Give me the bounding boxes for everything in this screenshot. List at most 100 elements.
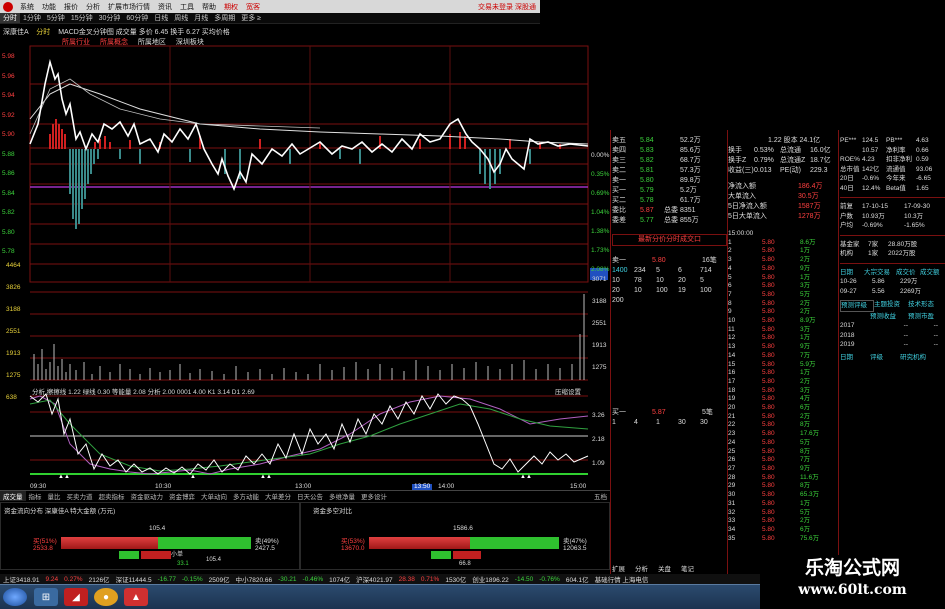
tick-time: 15:00:00 bbox=[728, 230, 754, 237]
tab-oversold[interactable]: 超卖指标 bbox=[96, 491, 128, 501]
tab-volume-ratio[interactable]: 量比 bbox=[45, 491, 64, 501]
status-item: 基础行情 上海电信 bbox=[594, 577, 649, 584]
volume-tick: 4464 bbox=[6, 262, 21, 269]
fund-flow-panel: 资金流向分布 深康佳A 特大金额 (万元) 105.4 买(51%) 2533.… bbox=[0, 502, 300, 570]
tab-theme[interactable]: 主题投资 bbox=[874, 300, 908, 312]
tab-more[interactable]: 更多设计 bbox=[358, 491, 390, 501]
intraday-chart[interactable]: ▲▲ ▲ ▲▲ ▲▲ bbox=[0, 24, 610, 490]
status-item: 604.1亿 bbox=[565, 577, 589, 584]
tick-row: 34 5.80 6万 bbox=[728, 525, 811, 533]
menu-item-quote[interactable]: 报价 bbox=[60, 2, 82, 12]
volume-tick: 3826 bbox=[6, 284, 21, 291]
block-trade-head: 日期 大宗交易 成交价 成交额 bbox=[840, 268, 940, 276]
menu-bar: 系统 功能 报价 分析 扩展市场行情 资讯 工具 帮助 期权 宽客 交易未登录 … bbox=[0, 0, 540, 13]
sell-level[interactable]: 卖二 5.81 57.3万 bbox=[612, 166, 727, 176]
menu-item-ext-market[interactable]: 扩展市场行情 bbox=[104, 2, 154, 12]
tf-month[interactable]: 月线 bbox=[191, 13, 211, 23]
fund-inflow-fill bbox=[61, 537, 158, 549]
menu-item-options[interactable]: 期权 bbox=[220, 2, 242, 12]
menu-item-analysis[interactable]: 分析 bbox=[82, 2, 104, 12]
menu-item-quant[interactable]: 宽客 bbox=[242, 2, 264, 12]
sell-level[interactable]: 卖五 5.84 52.2万 bbox=[612, 136, 727, 146]
menu-item-system[interactable]: 系统 bbox=[16, 2, 38, 12]
price-tick: 5.80 bbox=[2, 228, 15, 236]
tab-big-diff[interactable]: 大单差分 bbox=[262, 491, 294, 501]
start-button-icon[interactable] bbox=[3, 588, 27, 606]
tab-fund-drive[interactable]: 资金驱动力 bbox=[128, 491, 167, 501]
sell-level[interactable]: 卖三 5.82 68.7万 bbox=[612, 156, 727, 166]
sell-level[interactable]: 卖四 5.83 85.6万 bbox=[612, 146, 727, 156]
buy-level[interactable]: 买一 5.79 5.2万 bbox=[612, 186, 727, 196]
buy-level[interactable]: 买二 5.78 61.7万 bbox=[612, 196, 727, 206]
status-item: 深证11444.5 bbox=[115, 577, 152, 584]
indicator-tick: 3.26 bbox=[592, 412, 605, 419]
pct-tick: 0.00% bbox=[591, 152, 610, 159]
queue-row: 1400 234 5 6 714 bbox=[612, 267, 712, 274]
tick-row: 7 5.80 5万 bbox=[728, 290, 811, 298]
tab-momentum[interactable]: 多方动能 bbox=[230, 491, 262, 501]
menu-item-function[interactable]: 功能 bbox=[38, 2, 60, 12]
tf-intraday[interactable]: 分时 bbox=[0, 13, 20, 23]
tf-1min[interactable]: 1分钟 bbox=[20, 13, 44, 23]
tick-row: 24 5.80 5万 bbox=[728, 438, 811, 446]
volume-axis-left: 4464 3826 3188 2551 1913 1275 638 bbox=[6, 255, 20, 409]
tab-forecast[interactable]: 预测评级 bbox=[840, 300, 874, 312]
tab-pattern[interactable]: 技术形态 bbox=[908, 300, 934, 312]
tab-big-orders[interactable]: 大单动向 bbox=[198, 491, 230, 501]
status-item: 2126亿 bbox=[88, 577, 110, 584]
menu-item-tools[interactable]: 工具 bbox=[176, 2, 198, 12]
taskbar-app-icon[interactable]: ⊞ bbox=[34, 588, 58, 606]
menu-item-news[interactable]: 资讯 bbox=[154, 2, 176, 12]
price-tick: 5.92 bbox=[2, 111, 15, 119]
tf-week[interactable]: 周线 bbox=[171, 13, 191, 23]
queue-row: 10 78 10 20 5 bbox=[612, 277, 704, 284]
queue-row: 200 bbox=[612, 297, 624, 304]
indicator-settings[interactable]: 压缩设置 bbox=[555, 386, 581, 396]
tf-60min[interactable]: 60分钟 bbox=[123, 13, 151, 23]
volume-tick: 638 bbox=[6, 394, 17, 401]
taskbar-app-icon[interactable]: ● bbox=[94, 588, 118, 606]
queue-title[interactable]: 最新分价分时成交口 bbox=[612, 234, 727, 246]
tab-volume[interactable]: 成交量 bbox=[0, 490, 26, 501]
compare-inflow-label: 买(53%) bbox=[341, 538, 365, 545]
tf-multi[interactable]: 多周期 bbox=[211, 13, 238, 23]
tab-indicator[interactable]: 指标 bbox=[26, 491, 45, 501]
svg-text:▲▲: ▲▲ bbox=[260, 474, 272, 480]
tab-fund-game[interactable]: 资金博弈 bbox=[166, 491, 198, 501]
price-tick: 5.88 bbox=[2, 150, 15, 158]
tf-15min[interactable]: 15分钟 bbox=[68, 13, 96, 23]
status-item: 0.27% bbox=[64, 575, 83, 583]
sell-level[interactable]: 卖一 5.80 89.8万 bbox=[612, 176, 727, 186]
tick-row: 27 5.80 9万 bbox=[728, 464, 811, 472]
stat-row: 换手 0.53% 总流通 16.0亿 bbox=[728, 147, 831, 154]
queue-row: 20 10 100 19 100 bbox=[612, 287, 712, 294]
tab-announcement[interactable]: 日天公告 bbox=[294, 491, 326, 501]
price-tick: 5.94 bbox=[2, 92, 15, 99]
block-trade-row: 10-26 5.86 229万 bbox=[840, 278, 918, 285]
tf-day[interactable]: 日线 bbox=[151, 13, 171, 23]
indicator-tabs: 成交量 指标 量比 买卖力道 超卖指标 资金驱动力 资金博弈 大单动向 多方动能… bbox=[0, 490, 610, 501]
tick-row: 29 5.80 8万 bbox=[728, 482, 811, 490]
volume-tick-right: 2551 bbox=[592, 320, 607, 327]
tab-net-volume[interactable]: 多维净量 bbox=[326, 491, 358, 501]
tick-row: 6 5.80 3万 bbox=[728, 282, 811, 290]
tf-5min[interactable]: 5分钟 bbox=[44, 13, 68, 23]
tick-row: 32 5.80 5万 bbox=[728, 508, 811, 516]
status-item: -0.76% bbox=[539, 575, 560, 583]
login-status[interactable]: 交易未登录 深股通 bbox=[478, 2, 540, 12]
stats-top-partial: 1.22 股本 24.1亿 bbox=[768, 137, 821, 144]
taskbar-app-icon[interactable]: ◢ bbox=[64, 588, 88, 606]
tick-row: 33 5.80 2万 bbox=[728, 517, 811, 525]
time-label: 14:00 bbox=[438, 483, 455, 490]
tf-more[interactable]: 更多 ≥ bbox=[238, 13, 264, 23]
volume-tick-right: 1275 bbox=[592, 364, 607, 371]
forecast-head: 预测收益 预测市盈 bbox=[870, 312, 934, 320]
menu-item-help[interactable]: 帮助 bbox=[198, 2, 220, 12]
inflow-value: 2533.8 bbox=[33, 545, 53, 552]
tab-five-levels[interactable]: 五档 bbox=[591, 491, 610, 501]
indicator-tick: 1.09 bbox=[592, 460, 605, 467]
tab-buy-sell-force[interactable]: 买卖力道 bbox=[64, 491, 96, 501]
tf-30min[interactable]: 30分钟 bbox=[96, 13, 124, 23]
taskbar-app-icon[interactable]: ▲ bbox=[124, 588, 148, 606]
price-tick: 5.86 bbox=[2, 170, 15, 177]
